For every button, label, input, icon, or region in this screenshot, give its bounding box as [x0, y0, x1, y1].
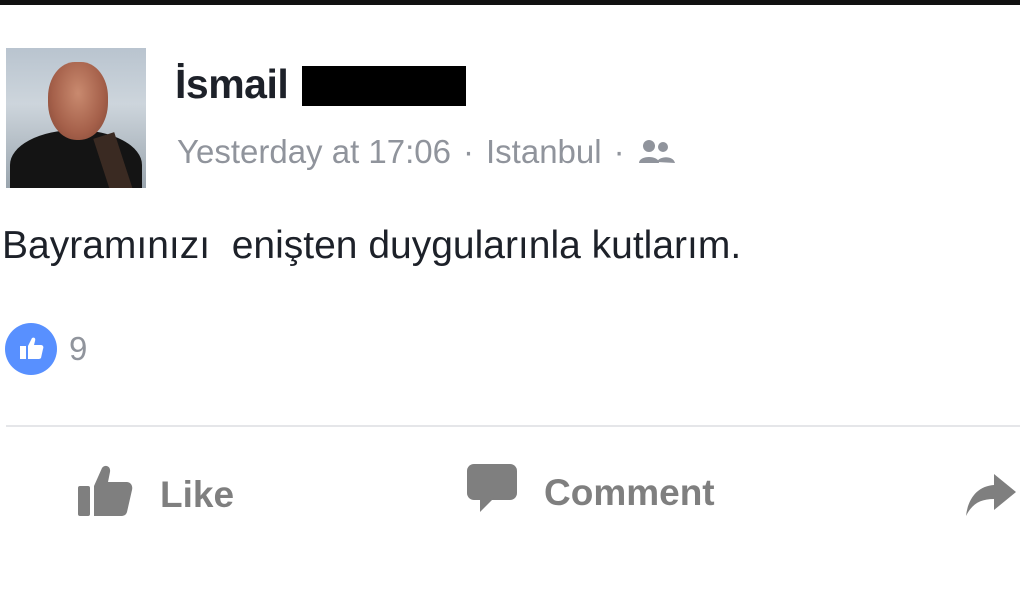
meta-separator: · — [463, 133, 474, 170]
meta-separator: · — [613, 133, 625, 170]
thumbs-up-icon — [76, 462, 134, 527]
comment-button[interactable]: Comment — [466, 462, 715, 523]
share-button[interactable] — [964, 472, 1016, 527]
post-meta: Yesterday at 17:06 · Istanbul · — [177, 133, 677, 171]
friends-icon[interactable] — [637, 137, 677, 167]
comment-label: Comment — [544, 471, 715, 513]
share-arrow-icon — [964, 472, 1016, 527]
post-timestamp[interactable]: Yesterday at 17:06 — [177, 133, 451, 171]
post-location[interactable]: Istanbul — [486, 133, 602, 171]
like-count: 9 — [69, 330, 88, 367]
like-button[interactable]: Like — [76, 462, 234, 527]
avatar[interactable] — [6, 48, 146, 188]
author-name[interactable]: İsmail — [175, 61, 289, 108]
comment-icon — [466, 462, 518, 523]
like-label: Like — [160, 473, 235, 515]
divider — [6, 425, 1020, 427]
redaction-bar — [302, 66, 467, 106]
reactions-summary[interactable]: 9 — [5, 323, 87, 375]
post-text: Bayramınızı enişten duygularınla kutları… — [2, 224, 742, 267]
post-header: İsmail — [175, 60, 467, 108]
like-reaction-icon — [5, 323, 57, 375]
top-border — [0, 0, 1020, 5]
avatar-face — [48, 62, 108, 140]
